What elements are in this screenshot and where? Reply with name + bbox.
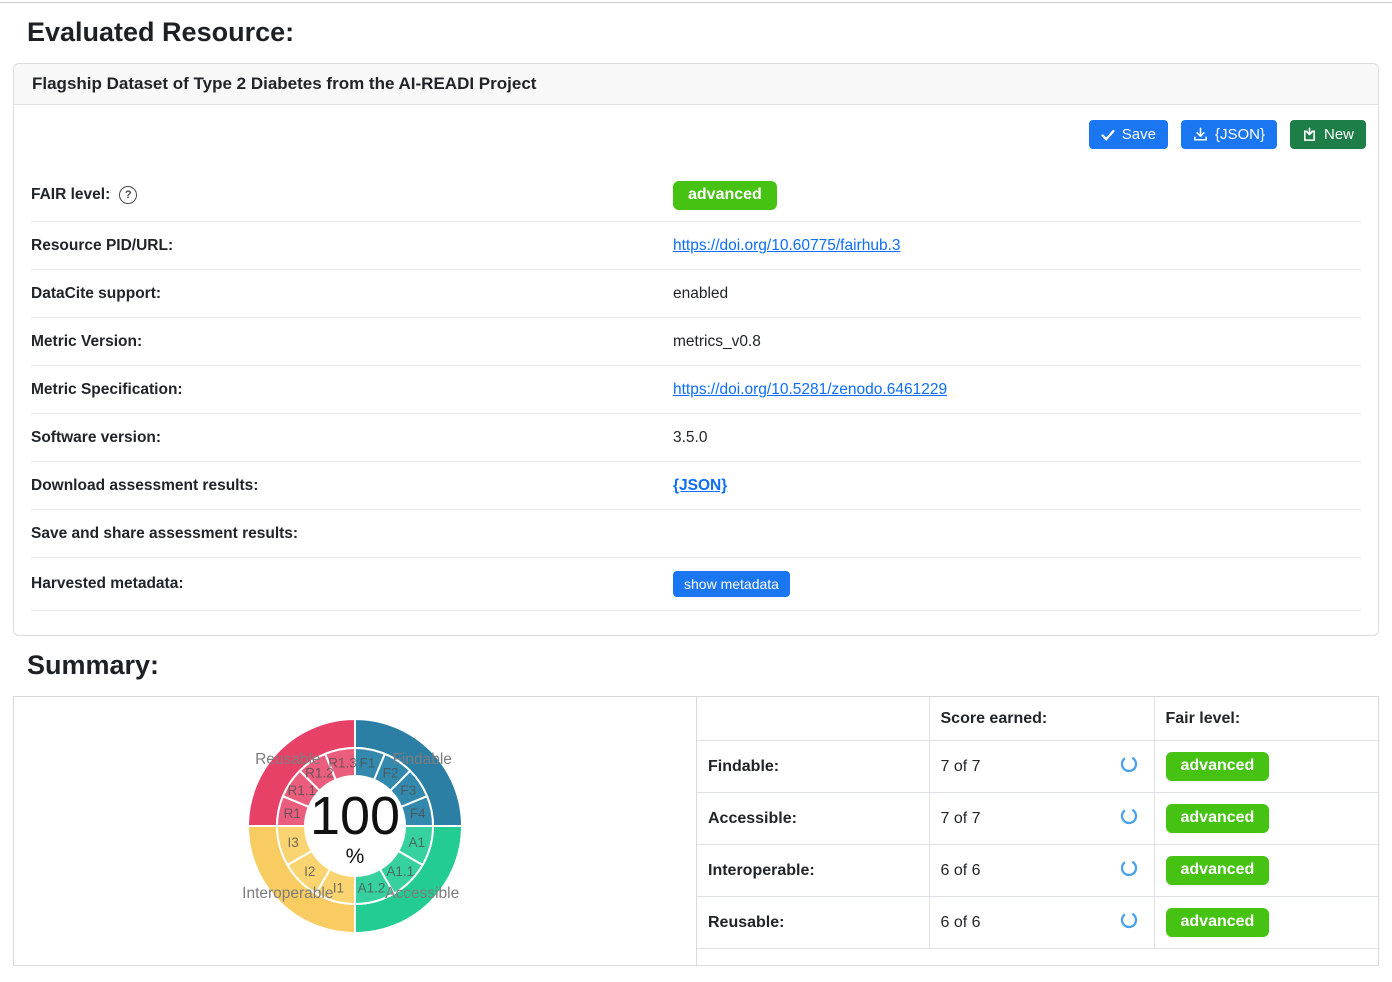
svg-text:A1: A1	[409, 835, 426, 850]
accessible-level-badge: advanced	[1166, 804, 1270, 833]
accessible-score: 7 of 7	[941, 810, 981, 828]
empty-header-cell	[697, 697, 929, 741]
metric-spec-link[interactable]: https://doi.org/10.5281/zenodo.6461229	[673, 381, 947, 399]
page-top-divider	[0, 0, 1392, 3]
box-arrow-in-down-icon	[1302, 127, 1317, 142]
detail-row-metric-version: Metric Version: metrics_v0.8	[31, 318, 1361, 366]
svg-text:Reusable: Reusable	[255, 751, 321, 768]
svg-text:Findable: Findable	[392, 751, 451, 768]
detail-row-fair-level: FAIR level: ? advanced	[31, 169, 1361, 222]
fair-level-badge: advanced	[673, 181, 777, 210]
findable-label: Findable:	[697, 741, 929, 793]
svg-text:I3: I3	[288, 835, 299, 850]
table-row-accessible: Accessible: 7 of 7 advanced	[697, 793, 1378, 845]
svg-text:R1.3: R1.3	[328, 756, 357, 771]
metric-spec-label: Metric Specification:	[31, 381, 673, 399]
download-icon	[1193, 127, 1208, 142]
accessible-label: Accessible:	[697, 793, 929, 845]
findable-level-badge: advanced	[1166, 752, 1270, 781]
interoperable-score: 6 of 6	[941, 862, 981, 880]
svg-text:I2: I2	[304, 864, 315, 879]
score-table-header-row: Score earned: Fair level:	[697, 697, 1378, 741]
harvested-metadata-label: Harvested metadata:	[31, 575, 673, 593]
help-icon[interactable]: ?	[119, 186, 137, 204]
action-button-row: Save {JSON} New	[14, 105, 1378, 169]
summary-panel: F1F2F3F4FindableA1A1.1A1.2AccessibleI1I2…	[13, 696, 1379, 966]
svg-text:F4: F4	[410, 806, 426, 821]
interoperable-level-badge: advanced	[1166, 856, 1270, 885]
svg-text:Accessible: Accessible	[385, 885, 459, 902]
metric-version-value: metrics_v0.8	[673, 333, 761, 351]
summary-heading: Summary:	[13, 650, 1379, 681]
detail-row-metric-spec: Metric Specification: https://doi.org/10…	[31, 366, 1361, 414]
detail-row-save-share: Save and share assessment results:	[31, 510, 1361, 558]
reusable-level-badge: advanced	[1166, 908, 1270, 937]
progress-circle-icon	[1120, 859, 1138, 882]
reusable-label: Reusable:	[697, 897, 929, 949]
detail-row-datacite: DataCite support: enabled	[31, 270, 1361, 318]
pid-url-label: Resource PID/URL:	[31, 237, 673, 255]
detail-row-pid-url: Resource PID/URL: https://doi.org/10.607…	[31, 222, 1361, 270]
software-version-value: 3.5.0	[673, 429, 707, 447]
software-version-label: Software version:	[31, 429, 673, 447]
datacite-label: DataCite support:	[31, 285, 673, 303]
findable-score: 7 of 7	[941, 758, 981, 776]
svg-text:%: %	[346, 845, 365, 868]
detail-row-software-version: Software version: 3.5.0	[31, 414, 1361, 462]
download-json-button[interactable]: {JSON}	[1181, 120, 1277, 149]
score-earned-header: Score earned:	[929, 697, 1154, 741]
download-results-json-link[interactable]: {JSON}	[673, 477, 727, 495]
svg-text:F1: F1	[360, 756, 376, 771]
svg-text:F3: F3	[400, 783, 416, 798]
progress-circle-icon	[1120, 807, 1138, 830]
show-metadata-button[interactable]: show metadata	[673, 571, 790, 597]
table-row-interoperable: Interoperable: 6 of 6 advanced	[697, 845, 1378, 897]
pid-url-link[interactable]: https://doi.org/10.60775/fairhub.3	[673, 237, 901, 255]
save-share-label: Save and share assessment results:	[31, 525, 673, 543]
main-container: Evaluated Resource: Flagship Dataset of …	[0, 17, 1392, 966]
new-assessment-button[interactable]: New	[1290, 120, 1366, 149]
svg-text:R1: R1	[284, 806, 301, 821]
svg-text:A1.1: A1.1	[386, 864, 414, 879]
fair-donut-chart: F1F2F3F4FindableA1A1.1A1.2AccessibleI1I2…	[14, 697, 697, 965]
score-table-wrap: Score earned: Fair level: Findable: 7 of…	[697, 697, 1378, 965]
resource-title: Flagship Dataset of Type 2 Diabetes from…	[14, 64, 1378, 105]
detail-row-harvested-metadata: Harvested metadata: show metadata	[31, 558, 1361, 611]
progress-circle-icon	[1120, 755, 1138, 778]
save-button[interactable]: Save	[1089, 120, 1168, 149]
fair-level-header: Fair level:	[1154, 697, 1378, 741]
table-filler	[697, 949, 1378, 965]
datacite-value: enabled	[673, 285, 728, 303]
interoperable-label: Interoperable:	[697, 845, 929, 897]
svg-text:Interoperable: Interoperable	[242, 885, 333, 902]
evaluated-resource-heading: Evaluated Resource:	[13, 17, 1379, 48]
table-row-findable: Findable: 7 of 7 advanced	[697, 741, 1378, 793]
score-table: Score earned: Fair level: Findable: 7 of…	[697, 697, 1378, 949]
evaluated-resource-card: Flagship Dataset of Type 2 Diabetes from…	[13, 63, 1379, 636]
svg-text:100: 100	[310, 786, 400, 846]
detail-row-download-results: Download assessment results: {JSON}	[31, 462, 1361, 510]
download-json-button-label: {JSON}	[1215, 126, 1265, 143]
show-metadata-button-label: show metadata	[684, 576, 779, 592]
metric-version-label: Metric Version:	[31, 333, 673, 351]
fair-level-label: FAIR level:	[31, 186, 110, 204]
resource-details-list: FAIR level: ? advanced Resource PID/URL:…	[14, 169, 1378, 635]
save-button-label: Save	[1122, 126, 1156, 143]
svg-text:A1.2: A1.2	[358, 881, 386, 896]
donut-svg: F1F2F3F4FindableA1A1.1A1.2AccessibleI1I2…	[225, 711, 485, 951]
svg-text:I1: I1	[333, 881, 344, 896]
download-results-label: Download assessment results:	[31, 477, 673, 495]
new-assessment-button-label: New	[1324, 126, 1354, 143]
reusable-score: 6 of 6	[941, 914, 981, 932]
table-row-reusable: Reusable: 6 of 6 advanced	[697, 897, 1378, 949]
check-icon	[1101, 128, 1115, 142]
progress-circle-icon	[1120, 911, 1138, 934]
